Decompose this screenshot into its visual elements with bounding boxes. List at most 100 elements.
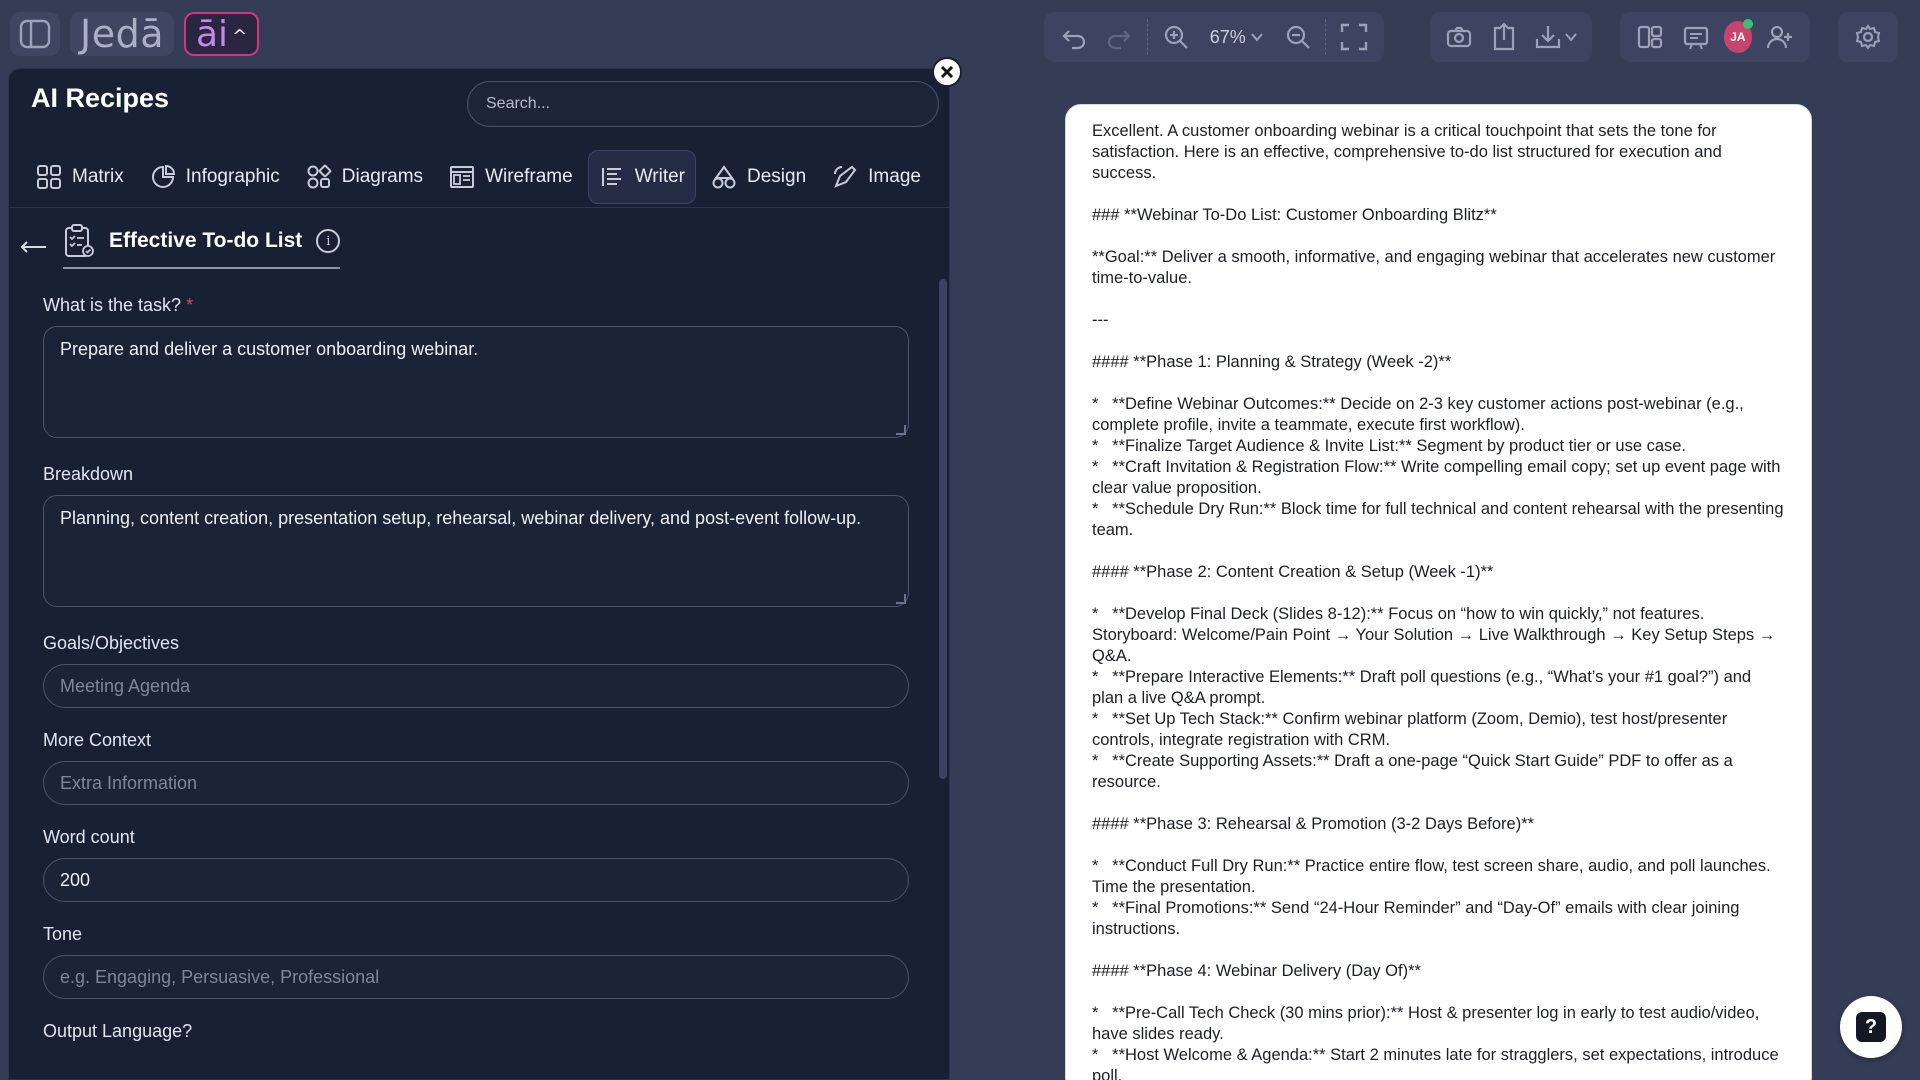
tabs-divider	[9, 207, 949, 208]
recipe-title: Effective To-do List	[109, 229, 303, 252]
resize-handle-icon[interactable]	[896, 425, 906, 435]
design-icon	[712, 165, 736, 189]
wordcount-field-label: Word count	[43, 827, 135, 847]
doc-paragraph: **Goal:** Deliver a smooth, informative,…	[1092, 248, 1780, 287]
diagrams-icon	[307, 164, 331, 189]
tab-label: Writer	[634, 166, 685, 187]
redo-icon	[1108, 30, 1131, 50]
fit-screen-icon	[1341, 23, 1368, 51]
arrow-left-icon	[20, 240, 46, 253]
tab-label: Image	[868, 166, 921, 187]
writer-icon	[601, 168, 621, 186]
zoom-in-icon	[1164, 25, 1188, 49]
doc-list: * **Define Webinar Outcomes:** Decide on…	[1092, 395, 1784, 539]
infographic-icon	[151, 164, 175, 188]
tab-writer[interactable]: Writer	[587, 150, 696, 204]
wordcount-input[interactable]: 200	[43, 858, 909, 902]
download-button[interactable]	[1531, 17, 1580, 57]
doc-list: * **Develop Final Deck (Slides 8-12):** …	[1092, 605, 1776, 791]
gear-icon	[1855, 24, 1881, 50]
camera-icon	[1447, 26, 1472, 48]
user-avatar[interactable]: JA	[1723, 19, 1754, 53]
tab-wireframe[interactable]: Wireframe	[438, 150, 584, 204]
task-label-text: What is the task?	[43, 295, 182, 315]
close-panel-button[interactable]	[932, 57, 962, 87]
invite-user-button[interactable]	[1762, 17, 1798, 57]
breakdown-value: Planning, content creation, presentation…	[60, 508, 862, 528]
ai-menu-button[interactable]: āi ^	[184, 12, 260, 56]
doc-paragraph: Excellent. A customer onboarding webinar…	[1092, 122, 1727, 182]
chevron-up-icon: ^	[232, 25, 248, 47]
tab-design[interactable]: Design	[700, 150, 817, 204]
tab-infographic[interactable]: Infographic	[139, 150, 291, 204]
recipe-search-input[interactable]: Search...	[467, 81, 939, 127]
panel-title: AI Recipes	[31, 83, 170, 113]
image-icon	[834, 165, 857, 188]
brand-logo[interactable]: Jedā	[70, 12, 174, 56]
layout-icon	[1637, 25, 1662, 49]
online-status-dot	[1743, 19, 1754, 29]
close-icon	[940, 65, 954, 79]
tone-input[interactable]: e.g. Engaging, Persuasive, Professional	[43, 955, 909, 999]
tab-image[interactable]: Image	[821, 150, 932, 204]
panel-scrollbar[interactable]	[939, 279, 947, 779]
settings-group	[1838, 12, 1898, 62]
zoom-level-dropdown[interactable]: 67%	[1204, 27, 1270, 48]
toolbar-left-group: Jedā āi ^	[10, 12, 260, 56]
help-button[interactable]: ?	[1840, 996, 1902, 1058]
context-field-label: More Context	[43, 730, 152, 750]
zoom-in-button[interactable]	[1158, 17, 1194, 57]
back-button[interactable]	[19, 231, 49, 262]
recipe-form: What is the task? * Prepare and deliver …	[43, 295, 909, 1052]
toolbar-divider	[1147, 19, 1149, 55]
tab-matrix[interactable]: Matrix	[25, 150, 135, 204]
help-icon: ?	[1856, 1012, 1886, 1042]
redo-button[interactable]	[1102, 17, 1138, 57]
goals-field-label: Goals/Objectives	[43, 633, 180, 653]
undo-button[interactable]	[1056, 17, 1092, 57]
chevron-down-icon	[1251, 33, 1263, 42]
export-group	[1430, 12, 1592, 62]
output-language-field-label: Output Language?	[43, 1021, 193, 1041]
ai-label: āi	[196, 13, 229, 55]
layout-button[interactable]	[1632, 17, 1668, 57]
zoom-out-icon	[1286, 25, 1310, 49]
wireframe-icon	[450, 166, 475, 188]
required-mark: *	[186, 295, 194, 315]
resize-handle-icon[interactable]	[896, 594, 906, 604]
context-input[interactable]: Extra Information	[43, 761, 909, 805]
screenshot-button[interactable]	[1442, 17, 1477, 57]
doc-heading: #### **Phase 4: Webinar Delivery (Day Of…	[1092, 962, 1421, 980]
doc-heading: #### **Phase 2: Content Creation & Setup…	[1092, 563, 1494, 581]
generated-document[interactable]: Excellent. A customer onboarding webinar…	[1065, 104, 1812, 1080]
view-users-group: JA	[1620, 12, 1810, 62]
checklist-icon	[65, 224, 94, 257]
info-icon[interactable]: i	[316, 229, 341, 253]
ai-recipes-panel: AI Recipes Search... Matrix Infographic …	[8, 68, 950, 1080]
settings-button[interactable]	[1848, 17, 1888, 57]
undo-icon	[1062, 30, 1085, 50]
top-toolbar: Jedā āi ^ 67% JA	[0, 0, 1920, 70]
sidebar-toggle-button[interactable]	[10, 12, 60, 56]
add-user-icon	[1767, 25, 1793, 49]
recipe-title-tab: Effective To-do List i	[63, 223, 341, 269]
toolbar-divider	[1325, 19, 1327, 55]
doc-heading: #### **Phase 1: Planning & Strategy (Wee…	[1092, 353, 1452, 371]
zoom-out-button[interactable]	[1280, 17, 1316, 57]
download-icon	[1535, 26, 1560, 49]
matrix-icon	[37, 165, 61, 189]
tab-diagrams[interactable]: Diagrams	[295, 150, 434, 204]
breakdown-textarea[interactable]: Planning, content creation, presentation…	[43, 495, 909, 607]
sidebar-toggle-icon	[19, 19, 51, 49]
tone-field-label: Tone	[43, 924, 83, 944]
task-textarea[interactable]: Prepare and deliver a customer onboardin…	[43, 326, 909, 438]
tab-label: Design	[747, 166, 807, 187]
fit-screen-button[interactable]	[1336, 17, 1372, 57]
recipe-header: Effective To-do List i	[19, 223, 341, 269]
share-button[interactable]	[1487, 17, 1522, 57]
doc-heading: ### **Webinar To-Do List: Customer Onboa…	[1092, 206, 1497, 224]
goals-input[interactable]: Meeting Agenda	[43, 664, 909, 708]
presentation-button[interactable]	[1678, 17, 1714, 57]
breakdown-field-label: Breakdown	[43, 464, 134, 484]
doc-list: * **Conduct Full Dry Run:** Practice ent…	[1092, 857, 1771, 938]
